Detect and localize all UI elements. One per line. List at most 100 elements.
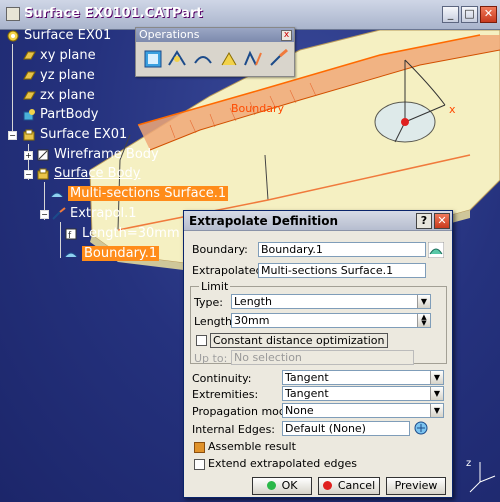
tree-label: Multi-sections Surface.1 bbox=[68, 186, 229, 201]
geometrical-set-icon bbox=[23, 129, 35, 140]
type-value: Length bbox=[234, 295, 272, 308]
tree-label: PartBody bbox=[40, 107, 99, 122]
length-label: Length: bbox=[194, 315, 236, 328]
tree-label: yz plane bbox=[40, 68, 95, 83]
partbody-icon bbox=[23, 108, 35, 120]
dialog-close-button[interactable]: ✕ bbox=[434, 213, 450, 229]
assemble-result-label: Assemble result bbox=[208, 440, 296, 453]
tree-label: Surface EX01 bbox=[40, 127, 128, 142]
tree-node-multisections[interactable]: Multi-sections Surface.1 bbox=[50, 186, 229, 201]
tree-expander[interactable]: + bbox=[24, 151, 33, 160]
tree-node-xy-plane[interactable]: xy plane bbox=[22, 48, 96, 63]
parameter-icon: f bbox=[65, 228, 77, 241]
extrapolated-field[interactable]: Multi-sections Surface.1 bbox=[258, 263, 426, 278]
close-button[interactable]: ✕ bbox=[480, 6, 497, 23]
internal-edges-field[interactable]: Default (None) bbox=[282, 421, 410, 436]
preview-button[interactable]: Preview bbox=[386, 477, 446, 495]
disassemble-icon[interactable] bbox=[192, 47, 214, 71]
boundary-tool-icon[interactable] bbox=[242, 47, 264, 71]
length-spinner[interactable]: 30mm ▲ ▼ bbox=[231, 313, 431, 328]
operations-toolbar: Operations x bbox=[135, 27, 295, 77]
healing-icon[interactable] bbox=[166, 47, 188, 71]
propagation-label: Propagation mode: bbox=[192, 405, 297, 418]
tree-connector bbox=[12, 44, 13, 136]
boundary-field-label: Boundary: bbox=[192, 243, 248, 256]
cancel-label: Cancel bbox=[337, 479, 376, 492]
internal-edges-label: Internal Edges: bbox=[192, 423, 276, 436]
tree-expander[interactable]: − bbox=[24, 170, 33, 179]
boundary-selector-icon[interactable] bbox=[428, 242, 444, 258]
tree-expander[interactable]: − bbox=[8, 131, 17, 140]
tree-node-root[interactable]: Surface EX01 bbox=[6, 28, 111, 43]
length-value: 30mm bbox=[234, 314, 270, 327]
tree-label: zx plane bbox=[40, 88, 95, 103]
assemble-result-checkbox[interactable] bbox=[194, 442, 205, 453]
operations-title: Operations bbox=[136, 28, 294, 42]
chevron-down-icon[interactable]: ▼ bbox=[430, 387, 443, 400]
boundary-label: Boundary bbox=[231, 102, 284, 115]
dialog-title-bar: Extrapolate Definition ? ✕ bbox=[184, 211, 452, 231]
boundary-icon bbox=[64, 252, 78, 257]
chevron-down-icon[interactable]: ▼ bbox=[430, 404, 443, 417]
extrapolated-field-label: Extrapolated: bbox=[192, 264, 267, 277]
extrapolate-icon bbox=[52, 206, 66, 220]
ok-button[interactable]: OK bbox=[252, 477, 312, 495]
tree-label: Extrapol.1 bbox=[70, 206, 137, 221]
plane-icon bbox=[23, 91, 36, 99]
upto-field: No selection bbox=[231, 350, 414, 365]
extrapolate-definition-dialog: Extrapolate Definition ? ✕ Boundary: Bou… bbox=[183, 210, 453, 498]
type-label: Type: bbox=[194, 296, 223, 309]
propagation-combo[interactable]: None ▼ bbox=[282, 403, 444, 418]
tree-node-yz-plane[interactable]: yz plane bbox=[22, 68, 95, 83]
continuity-label: Continuity: bbox=[192, 372, 252, 385]
cancel-icon bbox=[322, 481, 332, 490]
catia-window: Surface EX0101.CATPart _ □ ✕ Boundary x … bbox=[0, 0, 500, 502]
chevron-down-icon[interactable]: ▼ bbox=[430, 371, 443, 384]
upto-label: Up to: bbox=[194, 352, 228, 365]
tree-expander[interactable]: − bbox=[40, 210, 49, 219]
limit-legend: Limit bbox=[199, 280, 231, 293]
help-button[interactable]: ? bbox=[416, 213, 432, 229]
axis-z-label: z bbox=[466, 458, 472, 469]
wireframe-icon bbox=[37, 149, 49, 160]
tree-label: Wireframe Body bbox=[54, 147, 159, 162]
edge-list-icon[interactable] bbox=[412, 419, 430, 437]
tree-node-zx-plane[interactable]: zx plane bbox=[22, 88, 95, 103]
operations-close-button[interactable]: x bbox=[281, 30, 292, 41]
minimize-button[interactable]: _ bbox=[442, 6, 459, 23]
join-icon[interactable] bbox=[142, 47, 164, 71]
tree-node-length[interactable]: f Length=30mm bbox=[64, 226, 180, 241]
tree-node-surface-ex01[interactable]: Surface EX01 bbox=[22, 127, 127, 142]
split-icon[interactable] bbox=[218, 47, 240, 71]
continuity-combo[interactable]: Tangent ▼ bbox=[282, 370, 444, 385]
tree-connector bbox=[60, 222, 61, 258]
continuity-value: Tangent bbox=[285, 371, 329, 384]
ok-icon bbox=[266, 481, 276, 490]
tree-node-partbody[interactable]: PartBody bbox=[22, 107, 98, 122]
constant-distance-checkbox[interactable] bbox=[196, 335, 207, 346]
tree-node-extrapol[interactable]: Extrapol.1 bbox=[52, 206, 137, 221]
extremities-combo[interactable]: Tangent ▼ bbox=[282, 386, 444, 401]
type-combo[interactable]: Length ▼ bbox=[231, 294, 431, 309]
chevron-down-icon[interactable]: ▼ bbox=[417, 295, 430, 308]
spinner-arrows-icon[interactable]: ▲ ▼ bbox=[417, 314, 430, 327]
plane-icon bbox=[23, 71, 36, 79]
plane-icon bbox=[23, 51, 36, 59]
tree-node-boundary[interactable]: Boundary.1 bbox=[64, 246, 160, 261]
multisections-surface-icon bbox=[50, 192, 64, 197]
ok-label: OK bbox=[281, 479, 298, 492]
extend-edges-checkbox[interactable] bbox=[194, 459, 205, 470]
boundary-field[interactable]: Boundary.1 bbox=[258, 242, 426, 257]
part-icon bbox=[7, 30, 19, 41]
tree-node-wireframe-body[interactable]: Wireframe Body bbox=[36, 147, 159, 162]
dialog-title: Extrapolate Definition bbox=[189, 214, 339, 228]
title-bar: Surface EX0101.CATPart _ □ ✕ bbox=[0, 0, 500, 30]
extrapolate-tool-icon[interactable] bbox=[268, 47, 290, 71]
propagation-value: None bbox=[285, 404, 314, 417]
maximize-button[interactable]: □ bbox=[461, 6, 478, 23]
cancel-button[interactable]: Cancel bbox=[318, 477, 380, 495]
tree-node-surface-body[interactable]: Surface Body bbox=[36, 166, 140, 181]
window-title: Surface EX0101.CATPart bbox=[24, 6, 203, 21]
tree-label: Surface Body bbox=[54, 166, 141, 181]
geometrical-set-icon bbox=[37, 168, 49, 179]
